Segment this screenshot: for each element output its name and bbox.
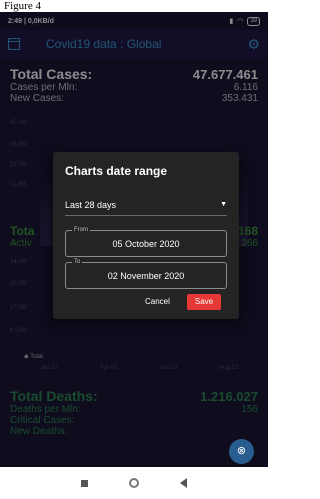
date-range-dialog: Charts date range Last 28 days ▼ From 05…	[53, 152, 239, 319]
dropdown-caret-icon: ▼	[220, 201, 227, 208]
phone-screen: Figure 4 2:49 | 0,0KB/d ▮ ◠ 39 Covid19 d…	[0, 0, 268, 499]
nav-home-icon[interactable]	[128, 478, 139, 488]
fab-icon[interactable]: ⊗	[229, 439, 254, 464]
nav-back-icon[interactable]	[180, 478, 188, 488]
range-dropdown-value: Last 28 days	[65, 199, 117, 210]
nav-recent-icon[interactable]	[80, 479, 88, 487]
to-date-field[interactable]: To 02 November 2020	[65, 258, 227, 289]
system-nav-bar	[0, 467, 268, 499]
from-date-label: From	[72, 226, 90, 234]
from-date-value: 05 October 2020	[112, 239, 180, 249]
to-date-value: 02 November 2020	[107, 271, 185, 281]
dialog-title: Charts date range	[65, 164, 168, 178]
to-date-label: To	[72, 258, 83, 266]
range-dropdown[interactable]: Last 28 days ▼	[65, 194, 227, 216]
cancel-button[interactable]: Cancel	[141, 294, 174, 310]
save-button[interactable]: Save	[187, 294, 221, 310]
from-date-field[interactable]: From 05 October 2020	[65, 226, 227, 257]
figure-caption: Figure 4	[4, 0, 41, 12]
